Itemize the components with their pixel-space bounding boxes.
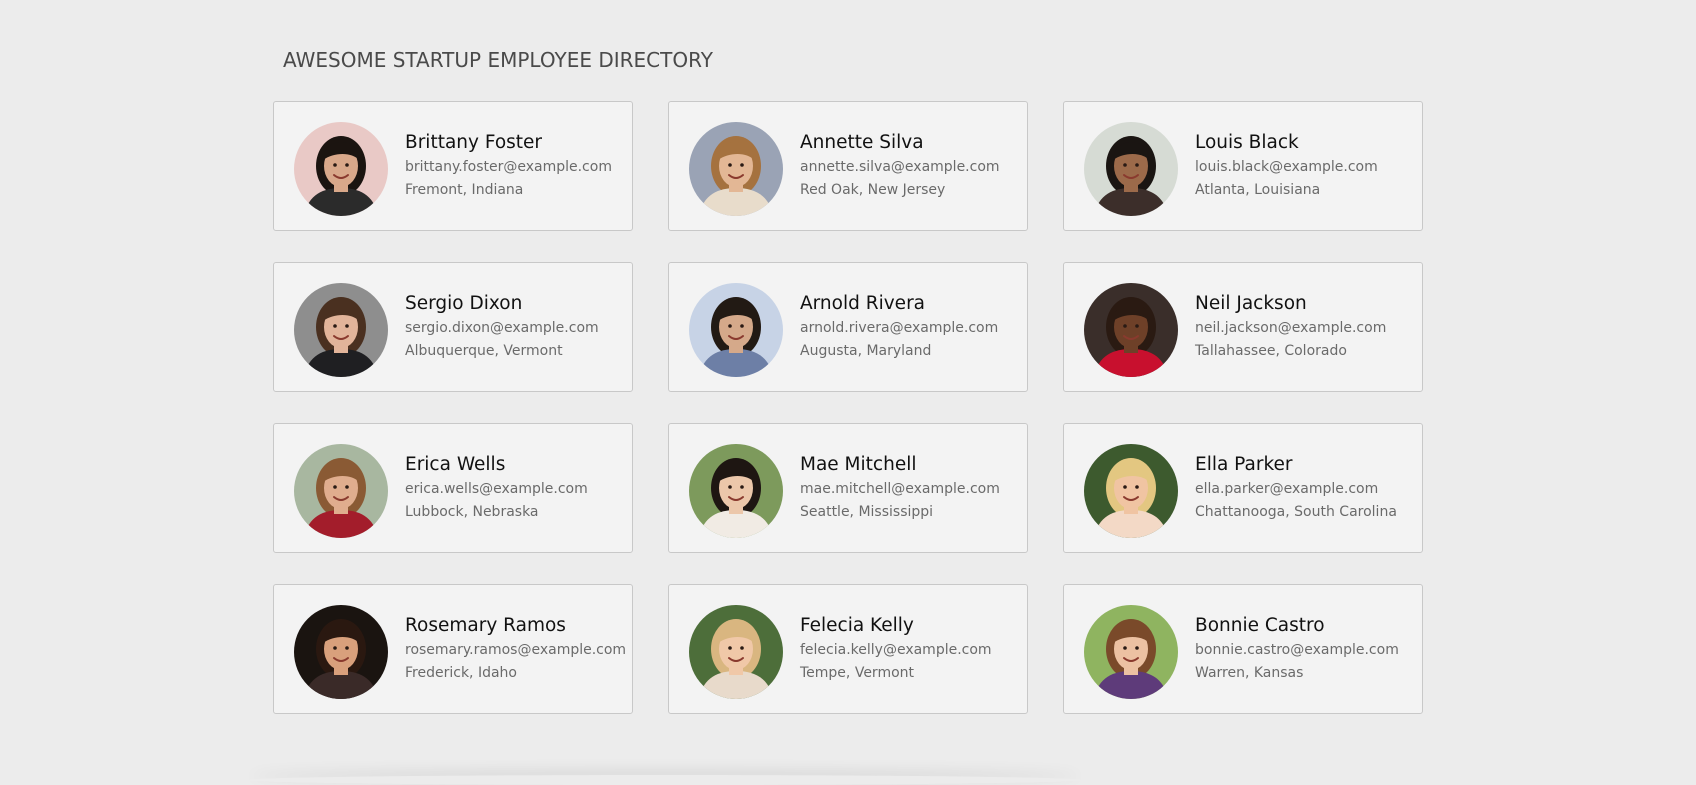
employee-email: arnold.rivera@example.com [800,320,999,336]
employee-location: Chattanooga, South Carolina [1195,504,1397,520]
employee-location: Seattle, Mississippi [800,504,934,520]
employee-card[interactable]: Louis Black louis.black@example.com Atlant… [1063,101,1423,231]
employee-location: Fremont, Indiana [405,182,524,198]
employee-avatar [689,283,783,377]
employee-email: brittany.foster@example.com [405,159,612,175]
employee-avatar [689,444,783,538]
employee-avatar [294,605,388,699]
employee-name: Mae Mitchell [800,454,917,475]
employee-email: ella.parker@example.com [1195,481,1379,497]
employee-info: Sergio Dixon sergio.dixon@example.com Albu… [405,292,626,363]
employee-info: Annette Silva annette.silva@example.com Re… [800,131,1021,202]
employee-avatar [294,122,388,216]
employee-card[interactable]: Annette Silva annette.silva@example.com Re… [668,101,1028,231]
employee-email: sergio.dixon@example.com [405,320,599,336]
employee-name: Neil Jackson [1195,293,1307,314]
employee-name: Rosemary Ramos [405,615,566,636]
employee-card[interactable]: Mae Mitchell mae.mitchell@example.com Seat… [668,423,1028,553]
employee-card[interactable]: Ella Parker ella.parker@example.com Chatta… [1063,423,1423,553]
employee-info: Arnold Rivera arnold.rivera@example.com Au… [800,292,1021,363]
employee-location: Frederick, Idaho [405,665,517,681]
employee-avatar [1084,283,1178,377]
employee-card[interactable]: Sergio Dixon sergio.dixon@example.com Albu… [273,262,633,392]
employee-avatar [1084,122,1178,216]
employee-avatar [294,444,388,538]
employee-location: Tallahassee, Colorado [1195,343,1347,359]
employee-info: Bonnie Castro bonnie.castro@example.com Wa… [1195,614,1416,685]
employee-card[interactable]: Felecia Kelly felecia.kelly@example.com Te… [668,584,1028,714]
employee-info: Felecia Kelly felecia.kelly@example.com Te… [800,614,1021,685]
employee-card[interactable]: Neil Jackson neil.jackson@example.com Tall… [1063,262,1423,392]
employee-avatar [689,122,783,216]
employee-card[interactable]: Rosemary Ramos rosemary.ramos@example.com… [273,584,633,714]
page-title: AWESOME STARTUP EMPLOYEE DIRECTORY [283,48,713,72]
employee-name: Bonnie Castro [1195,615,1325,636]
employee-name: Ella Parker [1195,454,1293,475]
employee-name: Felecia Kelly [800,615,914,636]
employee-name: Arnold Rivera [800,293,926,314]
employee-card[interactable]: Erica Wells erica.wells@example.com Lubboc… [273,423,633,553]
employee-card[interactable]: Arnold Rivera arnold.rivera@example.com Au… [668,262,1028,392]
employee-name: Brittany Foster [405,132,543,153]
employee-avatar [689,605,783,699]
employee-info: Ella Parker ella.parker@example.com Chatta… [1195,453,1416,524]
employee-card[interactable]: Bonnie Castro bonnie.castro@example.com Wa… [1063,584,1423,714]
employee-info: Erica Wells erica.wells@example.com Lubboc… [405,453,626,524]
employee-info: Brittany Foster brittany.foster@example.c… [405,131,626,202]
employee-location: Warren, Kansas [1195,665,1304,681]
employee-info: Rosemary Ramos rosemary.ramos@example.com… [405,614,626,685]
employee-info: Neil Jackson neil.jackson@example.com Tall… [1195,292,1416,363]
employee-avatar [1084,605,1178,699]
employee-location: Tempe, Vermont [800,665,915,681]
employee-card[interactable]: Brittany Foster brittany.foster@example.c… [273,101,633,231]
employee-location: Lubbock, Nebraska [405,504,539,520]
employee-email: bonnie.castro@example.com [1195,642,1399,658]
employee-email: mae.mitchell@example.com [800,481,1000,497]
employee-avatar [294,283,388,377]
employee-name: Erica Wells [405,454,506,475]
employee-email: rosemary.ramos@example.com [405,642,627,658]
employee-location: Albuquerque, Vermont [405,343,563,359]
employee-email: felecia.kelly@example.com [800,642,992,658]
employee-email: louis.black@example.com [1195,159,1378,175]
employee-avatar [1084,444,1178,538]
employee-email: erica.wells@example.com [405,481,588,497]
employee-info: Mae Mitchell mae.mitchell@example.com Seat… [800,453,1021,524]
employee-info: Louis Black louis.black@example.com Atlant… [1195,131,1416,202]
employee-name: Louis Black [1195,132,1299,153]
employee-location: Augusta, Maryland [800,343,932,359]
employee-location: Red Oak, New Jersey [800,182,946,198]
employee-gallery: Brittany Foster brittany.foster@example.c… [273,101,1423,714]
employee-name: Annette Silva [800,132,924,153]
employee-location: Atlanta, Louisiana [1195,182,1321,198]
employee-email: neil.jackson@example.com [1195,320,1387,336]
employee-name: Sergio Dixon [405,293,523,314]
employee-email: annette.silva@example.com [800,159,1000,175]
